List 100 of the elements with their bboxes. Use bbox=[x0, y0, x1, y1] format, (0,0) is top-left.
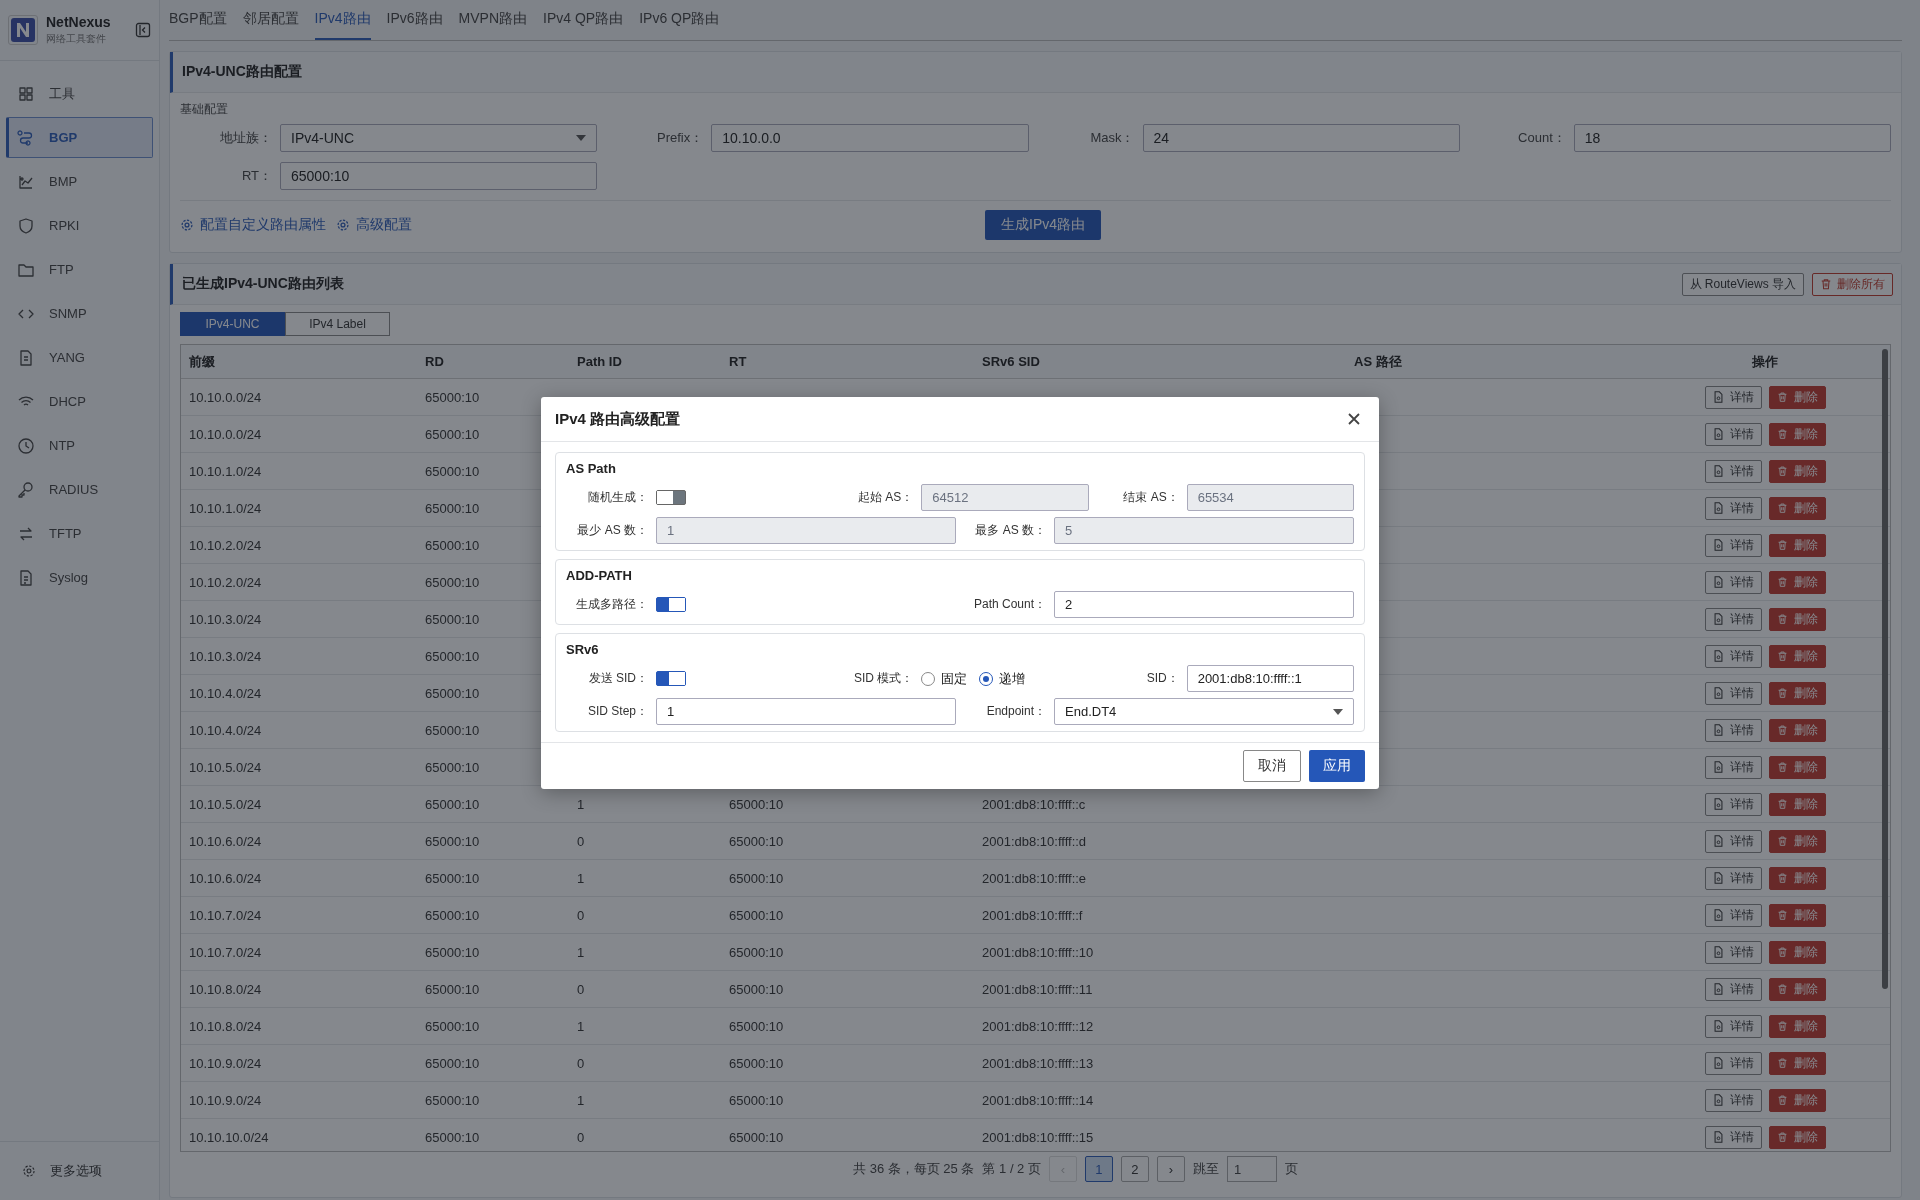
select-field[interactable]: End.DT4 bbox=[1054, 698, 1354, 725]
delete-button[interactable]: 删除 bbox=[1768, 1014, 1826, 1038]
delete-button[interactable]: 删除 bbox=[1768, 1088, 1826, 1112]
detail-button[interactable]: 详情 bbox=[1704, 755, 1762, 779]
page-button[interactable]: 1 bbox=[1084, 1156, 1113, 1182]
detail-button[interactable]: 详情 bbox=[1704, 385, 1762, 409]
detail-button[interactable]: 详情 bbox=[1704, 570, 1762, 594]
delete-button[interactable]: 删除 bbox=[1768, 755, 1826, 779]
delete-button[interactable]: 删除 bbox=[1768, 533, 1826, 557]
radio-option[interactable]: 固定 bbox=[921, 669, 968, 688]
close-icon[interactable] bbox=[1347, 412, 1361, 426]
detail-button[interactable]: 详情 bbox=[1704, 977, 1762, 1001]
delete-button[interactable]: 删除 bbox=[1768, 644, 1826, 668]
page-input[interactable]: 1 bbox=[1226, 1156, 1277, 1182]
delete-button[interactable]: 删除 bbox=[1768, 940, 1826, 964]
settings-link[interactable]: 配置自定义路由属性 bbox=[180, 216, 326, 234]
sidebar-item[interactable]: FTP bbox=[6, 249, 153, 290]
detail-button[interactable]: 详情 bbox=[1704, 644, 1762, 668]
trash-icon bbox=[1776, 983, 1788, 995]
detail-button[interactable]: 详情 bbox=[1704, 422, 1762, 446]
tab[interactable]: IPv6路由 bbox=[386, 0, 443, 40]
document-icon bbox=[1712, 761, 1724, 773]
sidebar-item[interactable]: Syslog bbox=[6, 557, 153, 598]
subtab[interactable]: IPv4 Label bbox=[285, 312, 390, 336]
detail-button[interactable]: 详情 bbox=[1704, 1088, 1762, 1112]
column-header: AS 路径 bbox=[1353, 352, 1403, 371]
input-field[interactable]: 65000:10 bbox=[280, 162, 598, 190]
input-field[interactable]: 18 bbox=[1573, 124, 1891, 152]
detail-button[interactable]: 详情 bbox=[1704, 496, 1762, 520]
delete-button[interactable]: 删除 bbox=[1768, 422, 1826, 446]
detail-button[interactable]: 详情 bbox=[1704, 607, 1762, 631]
detail-button[interactable]: 详情 bbox=[1704, 1014, 1762, 1038]
input-field[interactable]: 2001:db8:10:ffff::1 bbox=[1186, 665, 1354, 692]
delete-button[interactable]: 删除 bbox=[1768, 607, 1826, 631]
detail-button[interactable]: 详情 bbox=[1704, 903, 1762, 927]
scrollbar[interactable] bbox=[1882, 349, 1888, 989]
toggle-switch[interactable] bbox=[656, 597, 686, 612]
subtab[interactable]: IPv4-UNC bbox=[180, 312, 285, 336]
detail-button[interactable]: 详情 bbox=[1704, 681, 1762, 705]
sidebar-item[interactable]: NTP bbox=[6, 425, 153, 466]
delete-button[interactable]: 删除 bbox=[1768, 459, 1826, 483]
sidebar-item[interactable]: BGP bbox=[6, 117, 153, 158]
delete-button[interactable]: 删除 bbox=[1768, 1051, 1826, 1075]
generate-button[interactable]: 生成IPv4路由 bbox=[985, 210, 1101, 240]
tab[interactable]: IPv4 QP路由 bbox=[543, 0, 624, 40]
trash-icon bbox=[1820, 278, 1832, 290]
select-field[interactable]: IPv4-UNC bbox=[280, 124, 598, 152]
table-cell: 65000:10 bbox=[729, 833, 784, 849]
delete-button[interactable]: 删除 bbox=[1768, 792, 1826, 816]
table-cell: 2001:db8:10:ffff::10 bbox=[982, 944, 1094, 960]
tab[interactable]: IPv6 QP路由 bbox=[639, 0, 720, 40]
delete-button[interactable]: 删除 bbox=[1768, 718, 1826, 742]
page-button[interactable]: 2 bbox=[1120, 1156, 1149, 1182]
detail-button[interactable]: 详情 bbox=[1704, 792, 1762, 816]
tab[interactable]: 邻居配置 bbox=[242, 0, 299, 40]
toggle-switch[interactable] bbox=[656, 490, 686, 505]
delete-button[interactable]: 删除 bbox=[1768, 903, 1826, 927]
delete-all-button[interactable]: 删除所有 bbox=[1812, 272, 1893, 296]
toggle-switch[interactable] bbox=[656, 671, 686, 686]
delete-button[interactable]: 删除 bbox=[1768, 681, 1826, 705]
more-options-item[interactable]: 更多选项 bbox=[22, 1162, 102, 1180]
detail-button[interactable]: 详情 bbox=[1704, 866, 1762, 890]
detail-button[interactable]: 详情 bbox=[1704, 718, 1762, 742]
delete-button[interactable]: 删除 bbox=[1768, 829, 1826, 853]
settings-link[interactable]: 高级配置 bbox=[336, 216, 412, 234]
radio-option[interactable]: 递增 bbox=[979, 669, 1026, 688]
delete-button[interactable]: 删除 bbox=[1768, 385, 1826, 409]
detail-button[interactable]: 详情 bbox=[1704, 1051, 1762, 1075]
input-field[interactable]: 1 bbox=[656, 698, 956, 725]
detail-button[interactable]: 详情 bbox=[1704, 829, 1762, 853]
delete-button[interactable]: 删除 bbox=[1768, 570, 1826, 594]
sidebar-item[interactable]: 工具 bbox=[6, 73, 153, 114]
detail-button[interactable]: 详情 bbox=[1704, 459, 1762, 483]
delete-button[interactable]: 删除 bbox=[1768, 866, 1826, 890]
detail-button[interactable]: 详情 bbox=[1704, 533, 1762, 557]
apply-button[interactable]: 应用 bbox=[1309, 750, 1365, 782]
sidebar-item[interactable]: YANG bbox=[6, 337, 153, 378]
input-field[interactable]: 24 bbox=[1142, 124, 1460, 152]
table-cell: 10.10.5.0/24 bbox=[189, 759, 262, 775]
detail-button[interactable]: 详情 bbox=[1704, 1125, 1762, 1149]
delete-button[interactable]: 删除 bbox=[1768, 1125, 1826, 1149]
delete-button[interactable]: 删除 bbox=[1768, 977, 1826, 1001]
tab[interactable]: IPv4路由 bbox=[314, 0, 371, 40]
table-cell: 65000:10 bbox=[729, 1092, 784, 1108]
sidebar-item[interactable]: RADIUS bbox=[6, 469, 153, 510]
sidebar-item[interactable]: DHCP bbox=[6, 381, 153, 422]
detail-button[interactable]: 详情 bbox=[1704, 940, 1762, 964]
input-field[interactable]: 2 bbox=[1054, 591, 1354, 618]
input-field[interactable]: 10.10.0.0 bbox=[711, 124, 1029, 152]
sidebar-item[interactable]: TFTP bbox=[6, 513, 153, 554]
sidebar-item[interactable]: BMP bbox=[6, 161, 153, 202]
import-button[interactable]: 从 RouteViews 导入 bbox=[1681, 272, 1804, 296]
sidebar-item[interactable]: RPKI bbox=[6, 205, 153, 246]
sidebar-item[interactable]: SNMP bbox=[6, 293, 153, 334]
collapse-icon[interactable] bbox=[135, 22, 151, 38]
cancel-button[interactable]: 取消 bbox=[1243, 750, 1301, 782]
tab[interactable]: BGP配置 bbox=[169, 0, 227, 40]
tab[interactable]: MVPN路由 bbox=[458, 0, 528, 40]
delete-button[interactable]: 删除 bbox=[1768, 496, 1826, 520]
next-page-button[interactable]: › bbox=[1156, 1156, 1185, 1182]
